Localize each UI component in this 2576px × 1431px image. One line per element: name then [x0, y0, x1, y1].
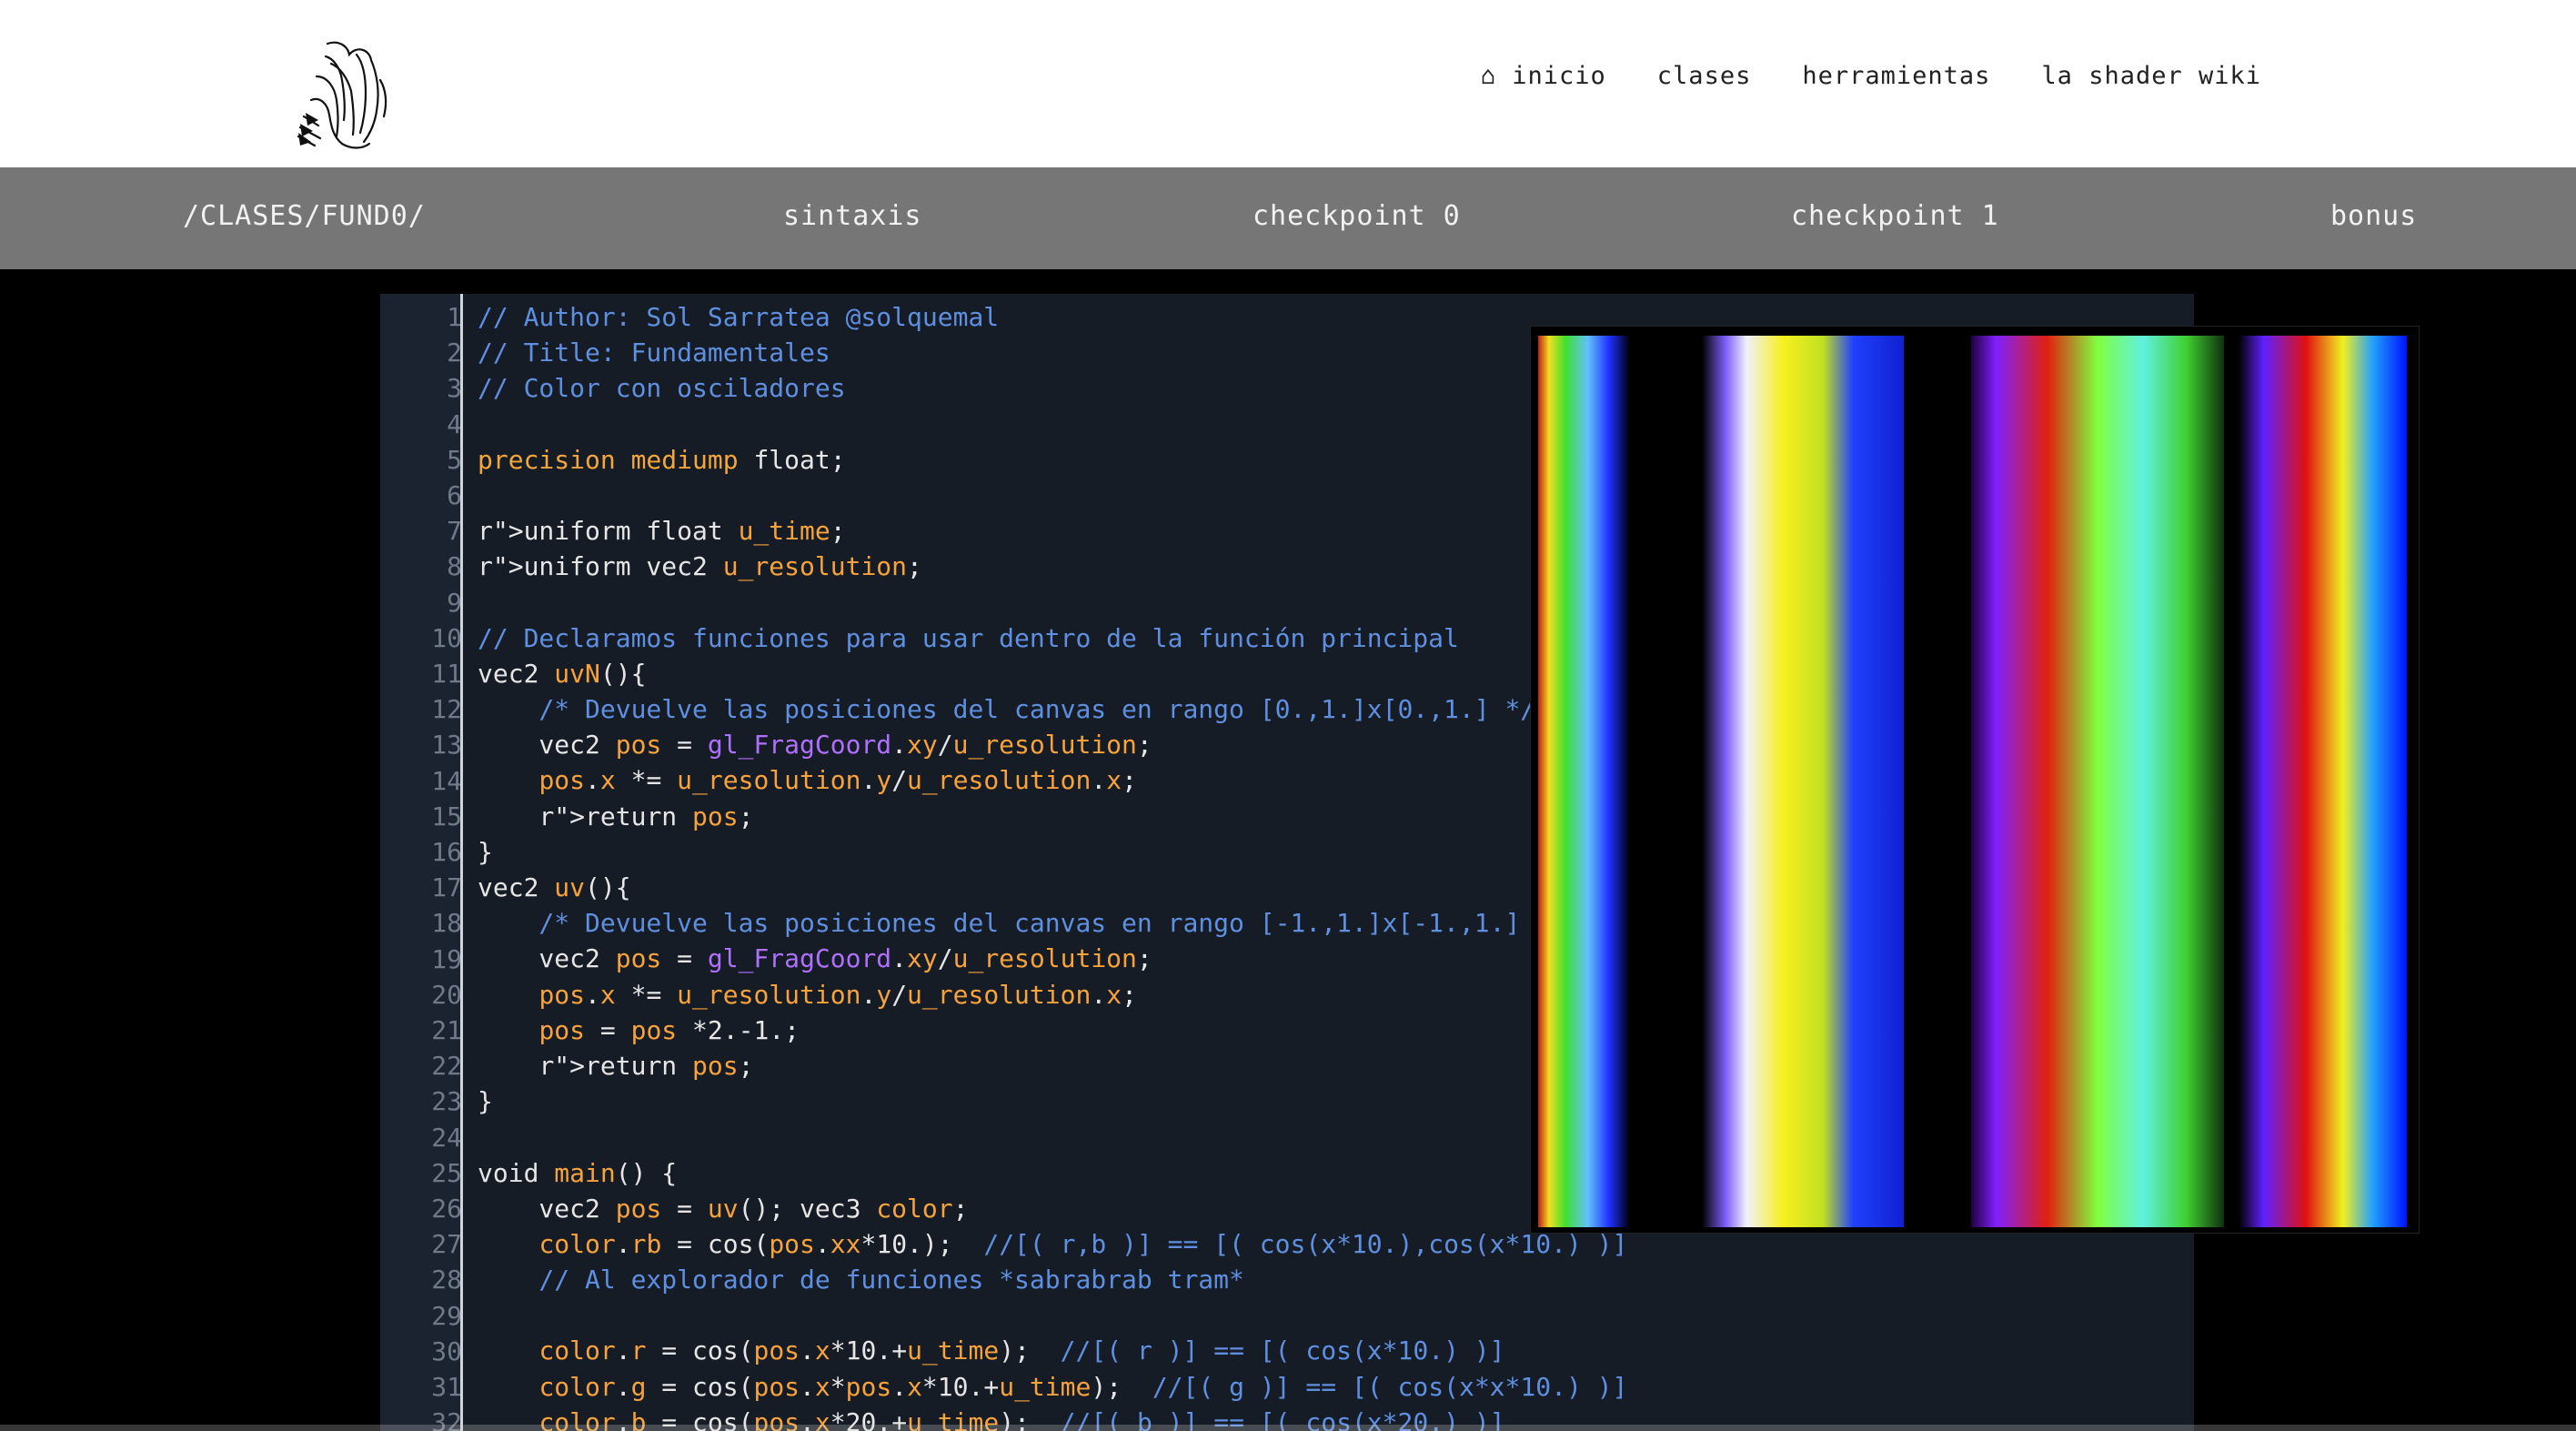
band-4: [2239, 336, 2407, 1227]
line-number: 17: [431, 872, 462, 903]
code-line: vec2 uv(){: [478, 872, 631, 902]
subnav-checkpoint-0[interactable]: checkpoint 0: [1253, 200, 1461, 232]
code-line: // Al explorador de funciones *sabrabrab…: [478, 1265, 1244, 1295]
nav-wiki[interactable]: la shader wiki: [2041, 62, 2261, 90]
subnav-checkpoint-1[interactable]: checkpoint 1: [1791, 200, 1999, 232]
line-number: 1: [447, 302, 462, 332]
line-number-gutter: 1 2 3 4 5 6 7 8 9 10 11 12 13 14 15 16 17 18 19 20 21 22 23 24 2…: [380, 294, 462, 1431]
line-number: 12: [431, 694, 462, 725]
line-number: 18: [431, 908, 462, 939]
line-number: 6: [447, 480, 462, 510]
line-number: 4: [447, 408, 462, 439]
code-line: pos.x *= u_resolution.y/u_resolution.x;: [538, 765, 1137, 796]
code-line: color.g = cos(pos.x*pos.x*10.+u_time); /…: [538, 1371, 1628, 1402]
code-line: // Color con osciladores: [478, 373, 846, 404]
code-line: // Declaramos funciones para usar dentro…: [478, 622, 1459, 653]
code-line: vec2 pos = gl_FragCoord.xy/u_resolution;: [478, 730, 1152, 761]
line-number: 21: [431, 1015, 462, 1045]
line-number: 7: [447, 516, 462, 547]
nav-classes[interactable]: clases: [1657, 62, 1752, 90]
code-line: precision mediump float;: [478, 444, 846, 475]
code-line: void main() {: [478, 1157, 678, 1188]
hand-sketch-logo[interactable]: [293, 36, 402, 155]
code-line: r">uniform float u_time;: [478, 516, 846, 547]
line-number: 29: [431, 1300, 462, 1331]
line-number: 22: [431, 1051, 462, 1082]
code-line: pos = pos *2.-1.;: [538, 1014, 800, 1045]
band-2: [1702, 336, 1904, 1227]
code-line: /* Devuelve las posiciones del canvas en…: [478, 694, 1536, 725]
line-number: 19: [431, 943, 462, 974]
line-number: 2: [447, 338, 462, 368]
band-1: [1538, 336, 1629, 1227]
subnav-syntax[interactable]: sintaxis: [783, 200, 922, 232]
shader-canvas[interactable]: [1530, 326, 2420, 1234]
line-number: 30: [431, 1335, 462, 1366]
line-number: 31: [431, 1372, 462, 1402]
line-number: 15: [431, 801, 462, 831]
code-line: vec2 pos = gl_FragCoord.xy/u_resolution;: [478, 943, 1152, 974]
code-line: color.r = cos(pos.x*10.+u_time); //[( r …: [538, 1335, 1505, 1366]
page-edge: [0, 1425, 2576, 1431]
subnav-bonus[interactable]: bonus: [2330, 200, 2417, 232]
section-nav: /CLASES/FUND0/ sintaxis checkpoint 0 che…: [0, 167, 2576, 269]
line-number: 11: [431, 659, 462, 689]
line-number: 24: [431, 1122, 462, 1153]
code-line: color.rb = cos(pos.xx*10.); //[( r,b )] …: [538, 1228, 1628, 1259]
code-line: }: [478, 836, 493, 867]
line-number: 27: [431, 1229, 462, 1260]
code-line: /* Devuelve las posiciones del canvas en…: [478, 908, 1566, 939]
code-line: r">uniform vec2 u_resolution;: [478, 551, 922, 582]
line-number: 20: [431, 979, 462, 1010]
line-number: 23: [431, 1086, 462, 1117]
line-number: 9: [447, 587, 462, 618]
nav-home[interactable]: ⌂ inicio: [1481, 62, 1606, 90]
nav-tools[interactable]: herramientas: [1802, 62, 1990, 90]
line-number: 3: [447, 373, 462, 404]
line-number: 28: [431, 1265, 462, 1295]
code-line: pos.x *= u_resolution.y/u_resolution.x;: [538, 979, 1137, 1010]
line-number: 14: [431, 765, 462, 796]
code-text[interactable]: // Author: Sol Sarratea @solquemal // Tit…: [478, 299, 1627, 1431]
code-line: r">return pos;: [538, 1050, 754, 1081]
line-number: 13: [431, 730, 462, 761]
main-nav: ⌂ inicio clases herramientas la shader w…: [1481, 62, 2261, 90]
line-number: 25: [431, 1157, 462, 1188]
line-number: 10: [431, 622, 462, 653]
breadcrumb-path[interactable]: /CLASES/FUND0/: [183, 200, 426, 232]
code-line: r">return pos;: [538, 801, 754, 831]
line-number: 16: [431, 837, 462, 867]
code-line: vec2 uvN(){: [478, 658, 647, 689]
cursor-line: [460, 294, 463, 1431]
line-number: 26: [431, 1194, 462, 1224]
code-line: vec2 pos = uv(); vec3 color;: [478, 1193, 969, 1224]
top-bar: ⌂ inicio clases herramientas la shader w…: [0, 0, 2576, 167]
band-3: [1971, 336, 2224, 1227]
line-number: 8: [447, 551, 462, 582]
code-line: // Title: Fundamentales: [478, 338, 830, 368]
code-line: // Author: Sol Sarratea @solquemal: [478, 302, 1000, 332]
code-line: }: [478, 1086, 493, 1117]
shader-output: [1538, 336, 2411, 1227]
line-number: 5: [447, 444, 462, 475]
